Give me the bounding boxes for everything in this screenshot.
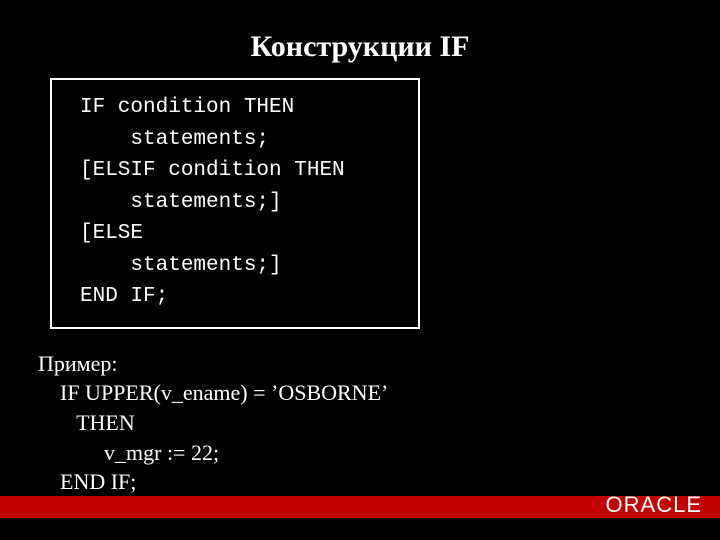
syntax-code-block: IF condition THEN statements; [ELSIF con… <box>50 78 420 329</box>
example-block: Пример: IF UPPER(v_ename) = ’OSBORNE’ TH… <box>38 349 720 497</box>
footer: ORACLE <box>0 496 720 518</box>
brand-logo: ORACLE <box>606 492 702 518</box>
slide-title: Конструкции IF <box>0 0 720 78</box>
